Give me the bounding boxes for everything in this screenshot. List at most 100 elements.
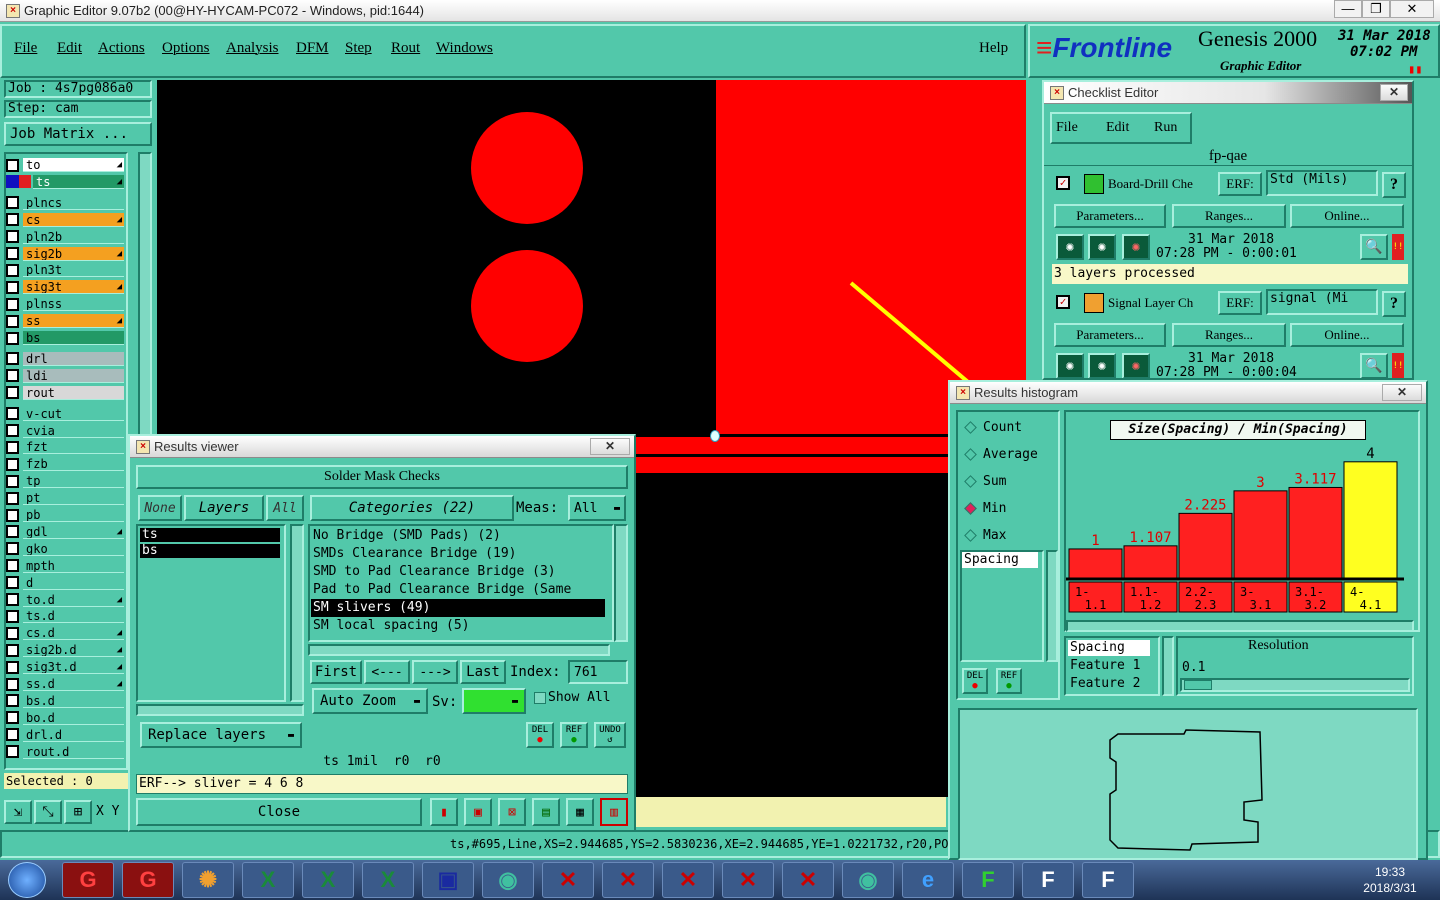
results-tool-1[interactable]: ▮ (430, 798, 458, 826)
genesis-icon-1[interactable]: G (62, 862, 114, 898)
histogram-bar[interactable] (1178, 512, 1233, 579)
results-tool-5[interactable]: ▦ (566, 798, 594, 826)
run-action-icon-2[interactable]: ✺ (1088, 234, 1116, 260)
del-button[interactable]: DEL ● (526, 722, 554, 748)
next-button[interactable]: ---> (412, 660, 458, 684)
layers-button[interactable]: Layers (184, 495, 264, 521)
category-item[interactable]: No Bridge (SMD Pads) (2) (311, 527, 605, 545)
window-icon-2[interactable]: ✕ (602, 862, 654, 898)
zoom-results-icon[interactable]: 🔍 (1360, 353, 1388, 378)
histogram-ref-button[interactable]: REF ● (996, 668, 1022, 694)
histogram-bar[interactable] (1068, 548, 1123, 579)
eye-icon[interactable]: ◉ (482, 862, 534, 898)
sv-color-select[interactable]: ▬ (462, 688, 526, 714)
excel-icon-1[interactable]: X (242, 862, 294, 898)
window-icon-1[interactable]: ✕ (542, 862, 594, 898)
show-all-checkbox[interactable] (534, 692, 546, 704)
action-help-button[interactable]: ? (1382, 172, 1406, 198)
stop-action-icon[interactable]: ✺ (1122, 353, 1150, 378)
action-erf-value[interactable]: signal (Mi (1266, 289, 1378, 315)
results-close-button[interactable]: Close (136, 798, 422, 826)
resolution-slider[interactable] (1180, 678, 1410, 692)
category-scrollbar[interactable] (614, 524, 628, 642)
histogram-del-button[interactable]: DEL ● (962, 668, 988, 694)
none-button[interactable]: None (138, 495, 182, 521)
checklist-menu-run[interactable]: Run (1154, 120, 1177, 136)
mode-count-radio[interactable]: Count (964, 420, 1022, 435)
histogram-bar[interactable] (1123, 545, 1178, 579)
checklist-menu-edit[interactable]: Edit (1106, 120, 1129, 136)
mode-max-radio[interactable]: Max (964, 528, 1006, 543)
ref-button[interactable]: REF ● (560, 722, 588, 748)
results-tool-4[interactable]: ▤ (532, 798, 560, 826)
zoom-results-icon[interactable]: 🔍 (1360, 234, 1388, 260)
chart-scrollbar[interactable] (1066, 620, 1414, 632)
feature-list-item[interactable]: Feature 1 (1068, 658, 1140, 674)
action-checkbox[interactable]: ✓ (1056, 176, 1070, 190)
categories-button[interactable]: Categories (22) (310, 495, 514, 521)
run-action-icon[interactable]: ✺ (1056, 353, 1084, 378)
histogram-list-scrollbar[interactable] (1046, 550, 1058, 662)
action-ranges-button[interactable]: Ranges... (1172, 323, 1286, 347)
replace-layers-select[interactable]: Replace layers ▬ (140, 722, 302, 748)
stop-action-icon[interactable]: ✺ (1122, 234, 1150, 260)
action-parameters-button[interactable]: Parameters... (1054, 323, 1166, 347)
results-layer-scrollbar[interactable] (290, 524, 304, 702)
results-layer-item[interactable]: ts (140, 528, 280, 542)
action-ranges-button[interactable]: Ranges... (1172, 204, 1286, 228)
excel-icon-2[interactable]: X (302, 862, 354, 898)
histogram-bar[interactable] (1343, 461, 1398, 579)
window-icon-4[interactable]: ✕ (722, 862, 774, 898)
action-online-button[interactable]: Online... (1290, 204, 1404, 228)
results-tool-3[interactable]: ⊠ (498, 798, 526, 826)
prev-button[interactable]: <--- (364, 660, 410, 684)
eye-icon-2[interactable]: ◉ (842, 862, 894, 898)
resolution-slider-thumb[interactable] (1184, 680, 1212, 690)
shell-icon[interactable]: ✺ (182, 862, 234, 898)
first-button[interactable]: First (310, 660, 362, 684)
run-action-icon-2[interactable]: ✺ (1088, 353, 1116, 378)
histogram-close-button[interactable]: ✕ (1382, 384, 1422, 401)
undo-button[interactable]: UNDO ↺ (594, 722, 626, 748)
save-icon[interactable]: ▣ (422, 862, 474, 898)
feature-list-item[interactable]: Spacing (1068, 640, 1150, 656)
ie-icon[interactable]: e (902, 862, 954, 898)
start-button[interactable] (8, 862, 46, 898)
results-layer-item[interactable]: bs (140, 544, 280, 558)
run-action-icon[interactable]: ✺ (1056, 234, 1084, 260)
histogram-bar[interactable] (1288, 486, 1343, 579)
genesis-icon-2[interactable]: G (122, 862, 174, 898)
last-button[interactable]: Last (460, 660, 506, 684)
histogram-bar[interactable] (1233, 490, 1288, 579)
action-erf-value[interactable]: Std (Mils) (1266, 170, 1378, 196)
window-icon-3[interactable]: ✕ (662, 862, 714, 898)
window-icon-5[interactable]: ✕ (782, 862, 834, 898)
frontline-icon-3[interactable]: F (1082, 862, 1134, 898)
all-layers-button[interactable]: All (266, 495, 304, 521)
feature-list-item[interactable]: Feature 2 (1068, 676, 1140, 692)
action-online-button[interactable]: Online... (1290, 323, 1404, 347)
results-tool-2[interactable]: ▣ (464, 798, 492, 826)
category-item[interactable]: SM slivers (49) (311, 599, 605, 617)
checklist-close-button[interactable]: ✕ (1380, 84, 1408, 101)
checklist-menu-file[interactable]: File (1056, 120, 1078, 136)
category-item[interactable]: Pad to Pad Clearance Bridge (Same (311, 581, 605, 599)
histogram-list-item[interactable]: Spacing (962, 552, 1038, 568)
histogram-list[interactable]: Spacing (960, 550, 1044, 662)
category-item[interactable]: SMDs Clearance Bridge (19) (311, 545, 605, 563)
category-item[interactable]: SMD to Pad Clearance Bridge (3) (311, 563, 605, 581)
excel-icon-3[interactable]: X (362, 862, 414, 898)
frontline-icon-2[interactable]: F (1022, 862, 1074, 898)
action-checkbox[interactable]: ✓ (1056, 295, 1070, 309)
mode-min-radio[interactable]: Min (964, 501, 1006, 516)
category-item[interactable]: SM local spacing (5) (311, 617, 605, 635)
tray-clock[interactable]: 19:33 2018/3/31 (1350, 864, 1430, 898)
results-layer-hscroll[interactable] (136, 704, 304, 716)
action-erf-button[interactable]: ERF: (1218, 172, 1262, 196)
category-hscroll[interactable] (308, 644, 610, 656)
action-parameters-button[interactable]: Parameters... (1054, 204, 1166, 228)
results-viewer-close-button[interactable]: ✕ (590, 438, 630, 455)
meas-select[interactable]: All ▬ (568, 495, 626, 521)
action-help-button[interactable]: ? (1382, 291, 1406, 317)
auto-zoom-select[interactable]: Auto Zoom ▬ (312, 688, 428, 714)
